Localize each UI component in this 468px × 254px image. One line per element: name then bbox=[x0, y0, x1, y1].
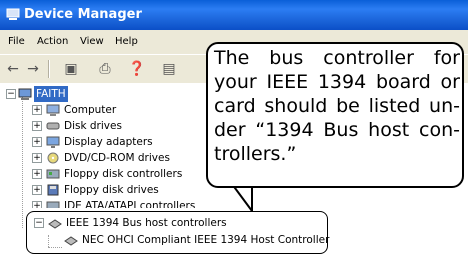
device-manager-window: Device Manager File Action View Help ← →… bbox=[0, 0, 468, 254]
callout-bubble: The bus controller for your IEEE 1394 bo… bbox=[206, 42, 464, 188]
callout-text: The bus controller for your IEEE 1394 bo… bbox=[214, 47, 460, 165]
